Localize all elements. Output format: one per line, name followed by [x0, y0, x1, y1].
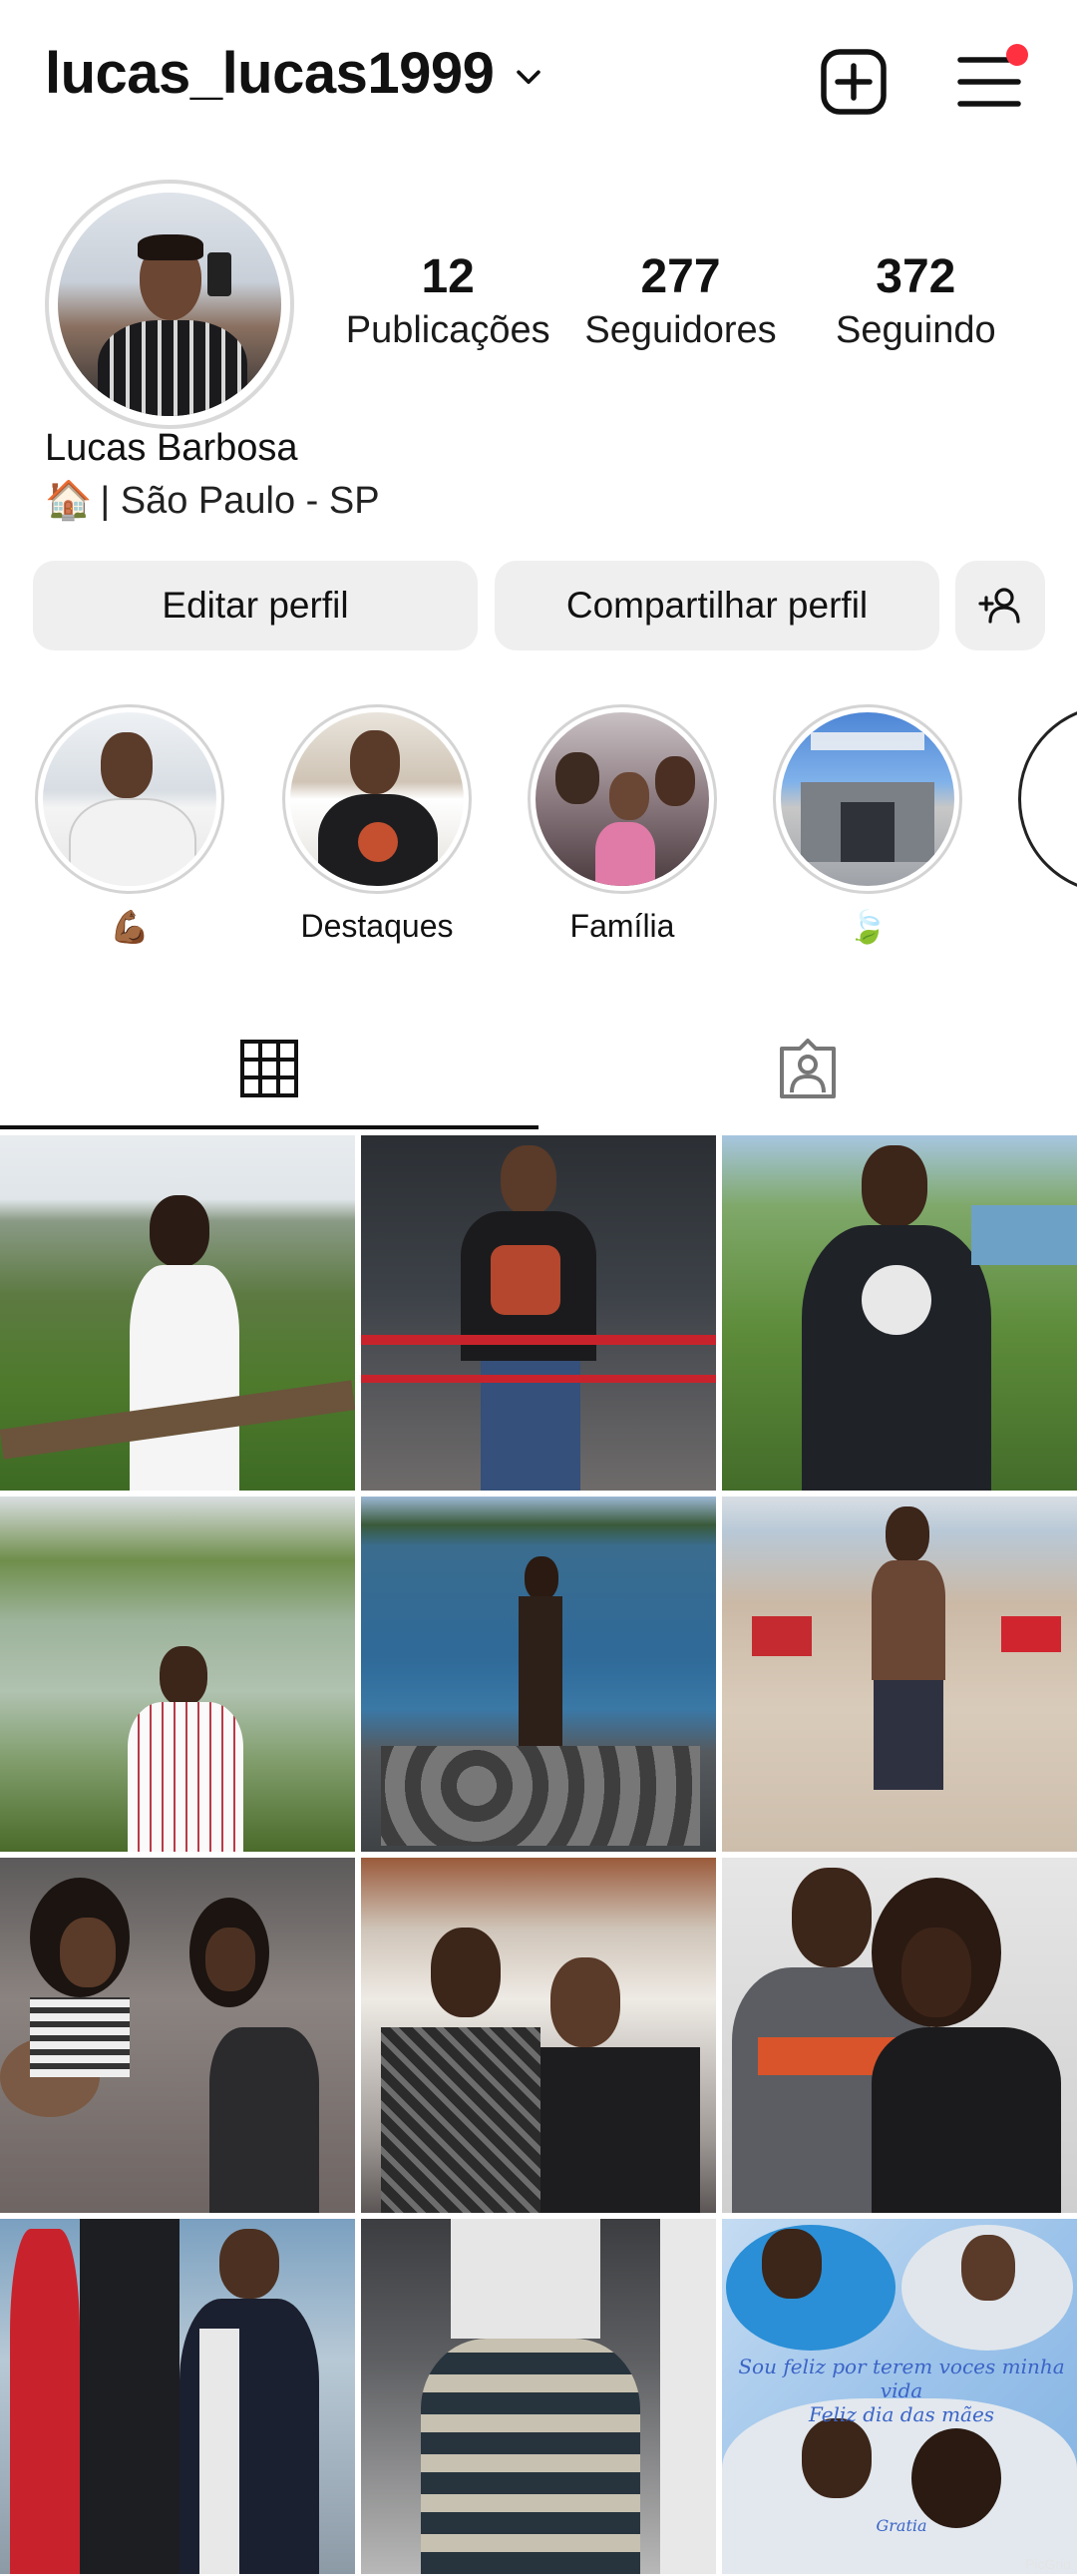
- highlight-cover: [781, 712, 954, 886]
- avatar: [58, 193, 281, 416]
- edit-profile-button[interactable]: Editar perfil: [33, 561, 478, 650]
- highlight-label: N: [1015, 908, 1077, 945]
- grid-icon: [240, 1040, 298, 1097]
- notification-dot: [1006, 44, 1028, 66]
- active-tab-indicator: [0, 1125, 538, 1129]
- chevron-down-icon: [517, 69, 541, 84]
- house-emoji: 🏠: [45, 480, 93, 522]
- username: lucas_lucas1999: [45, 41, 495, 106]
- highlight-4[interactable]: 🍃: [770, 704, 965, 946]
- stat-followers-label: Seguidores: [584, 309, 777, 351]
- bio-text: | São Paulo - SP: [100, 479, 380, 522]
- discover-people-button[interactable]: [955, 561, 1045, 650]
- add-person-icon: [978, 588, 1020, 624]
- menu-button[interactable]: [954, 44, 1028, 118]
- highlight-cover: [536, 712, 709, 886]
- watermark: PicGrid: [1025, 2556, 1071, 2572]
- new-highlight-circle: [1018, 704, 1077, 894]
- post-thumbnail[interactable]: [722, 1135, 1077, 1491]
- post-thumbnail[interactable]: Sou feliz por terem voces minha vida Fel…: [722, 2219, 1077, 2574]
- stat-followers-value: 277: [640, 250, 721, 303]
- tagged-person-icon: [780, 1039, 836, 1098]
- highlight-destaques[interactable]: Destaques: [279, 704, 475, 945]
- new-post-icon[interactable]: [818, 46, 890, 118]
- display-name: Lucas Barbosa: [45, 427, 298, 469]
- stat-posts-value: 12: [421, 250, 475, 303]
- post-caption-line: Sou feliz por terem voces minha vida: [738, 2355, 1065, 2402]
- post-thumbnail[interactable]: [0, 1135, 355, 1491]
- stat-followers[interactable]: 277 Seguidores: [561, 249, 799, 355]
- post-caption-line: Feliz dia das mães: [808, 2402, 995, 2426]
- bio: 🏠 | São Paulo - SP: [45, 479, 380, 523]
- stat-following[interactable]: 372 Seguindo: [800, 249, 1032, 355]
- post-thumbnail[interactable]: [361, 1497, 716, 1852]
- stat-following-value: 372: [876, 250, 956, 303]
- account-switcher[interactable]: lucas_lucas1999: [45, 40, 545, 107]
- post-thumbnail[interactable]: [722, 1858, 1077, 2213]
- posts-grid: Sou feliz por terem voces minha vida Fel…: [0, 1135, 1077, 2574]
- highlight-new[interactable]: N: [1015, 704, 1077, 945]
- tab-posts-grid[interactable]: [0, 1008, 538, 1129]
- profile-avatar[interactable]: [45, 180, 294, 429]
- stat-posts-label: Publicações: [345, 309, 550, 351]
- highlight-cover: [290, 712, 464, 886]
- share-profile-button[interactable]: Compartilhar perfil: [495, 561, 939, 650]
- post-thumbnail[interactable]: [361, 1135, 716, 1491]
- profile-tabs: [0, 1008, 1077, 1129]
- highlight-1[interactable]: 💪🏾: [32, 704, 227, 946]
- post-thumbnail[interactable]: [722, 1497, 1077, 1852]
- story-highlights: 💪🏾 Destaques Família 🍃 N: [0, 704, 1077, 954]
- highlight-cover: [43, 712, 216, 886]
- top-bar: lucas_lucas1999: [0, 0, 1077, 160]
- post-thumbnail[interactable]: [361, 2219, 716, 2574]
- post-thumbnail[interactable]: [0, 2219, 355, 2574]
- post-thumbnail[interactable]: [0, 1858, 355, 2213]
- highlight-label: 🍃: [848, 909, 888, 945]
- highlight-familia[interactable]: Família: [525, 704, 720, 945]
- post-caption-line: Gratia: [876, 2516, 927, 2535]
- stat-following-label: Seguindo: [836, 309, 996, 351]
- post-thumbnail[interactable]: [0, 1497, 355, 1852]
- highlight-label: 💪🏾: [110, 909, 150, 945]
- tab-tagged[interactable]: [538, 1008, 1077, 1129]
- highlight-label: Família: [569, 908, 675, 944]
- profile-stats: 12 Publicações 277 Seguidores 372 Seguin…: [334, 249, 1032, 355]
- highlight-label: Destaques: [300, 908, 454, 944]
- post-thumbnail[interactable]: [361, 1858, 716, 2213]
- stat-posts[interactable]: 12 Publicações: [334, 249, 561, 355]
